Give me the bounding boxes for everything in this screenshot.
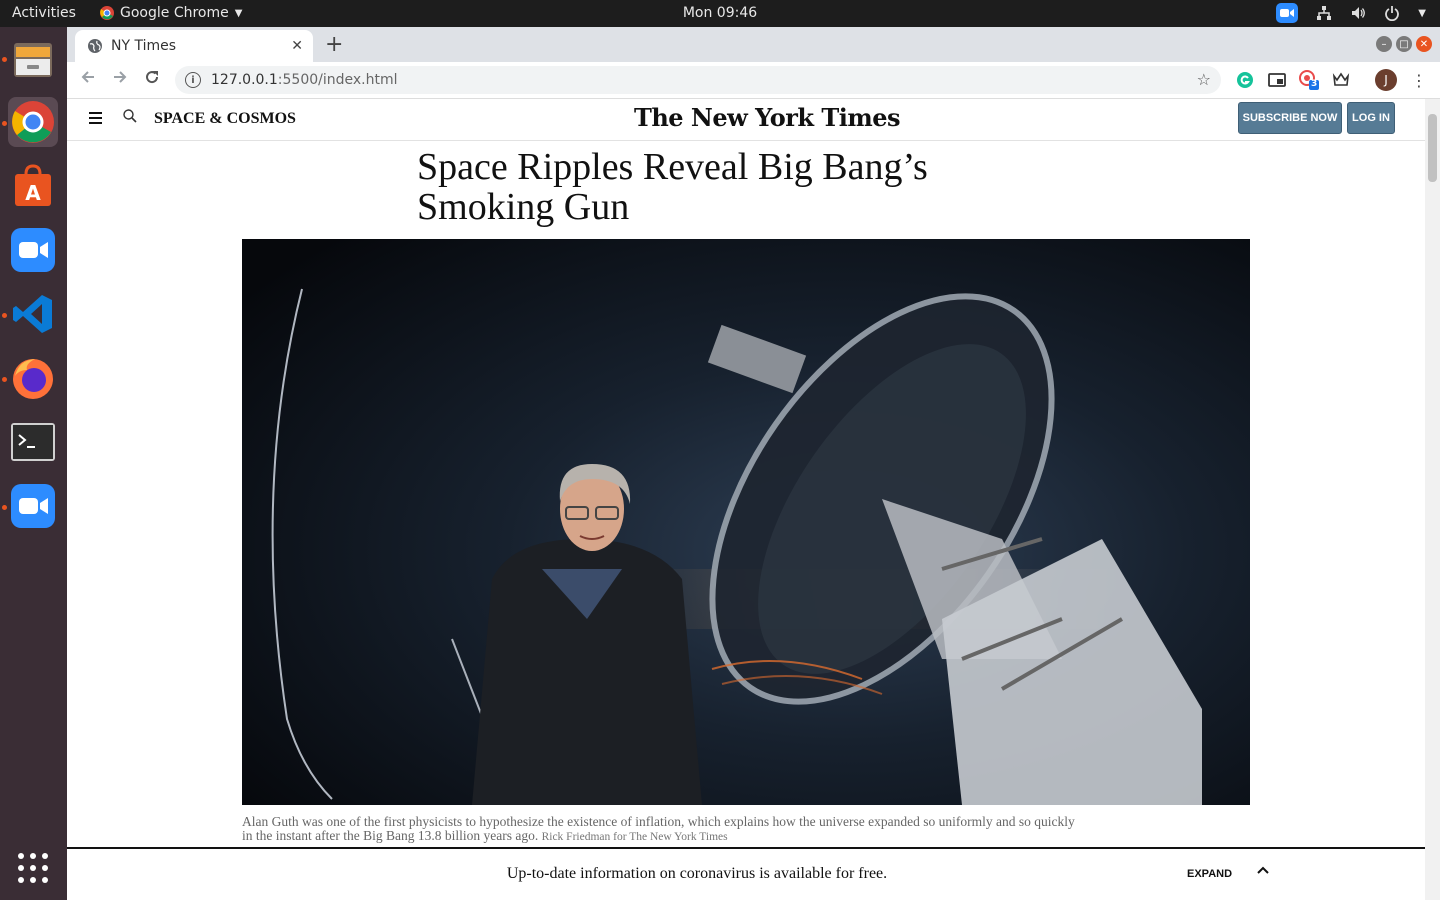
running-indicator [2,377,7,382]
running-indicator [2,57,7,62]
expand-button[interactable]: EXPAND [1187,868,1232,880]
system-top-bar: Activities Google Chrome ▼ Mon 09:46 ▼ [0,0,1440,27]
url-host: 127.0.0.1 [211,72,278,88]
firefox-app-icon[interactable] [8,353,58,403]
terminal-app-icon[interactable] [8,417,58,467]
app-menu[interactable]: Google Chrome ▼ [100,5,242,21]
extension-badge-icon[interactable]: 3 [1299,70,1319,90]
crown-extension-icon[interactable] [1331,70,1351,90]
files-app-icon[interactable] [8,35,58,85]
extension-badge-count: 3 [1311,79,1318,89]
coronavirus-banner: Up-to-date information on coronavirus is… [67,847,1425,900]
back-button[interactable] [80,69,96,90]
zoom-app-icon[interactable] [8,481,58,531]
show-applications-icon[interactable] [8,843,58,893]
photo-credit: Rick Friedman for The New York Times [541,831,728,843]
running-indicator [2,505,7,510]
maximize-button[interactable]: □ [1396,36,1412,52]
minimize-button[interactable]: – [1376,36,1392,52]
hero-image [242,239,1250,805]
volume-icon[interactable] [1350,5,1366,21]
app-name: Google Chrome [120,5,229,21]
zoom-app-icon[interactable] [8,225,58,275]
chevron-down-icon: ▼ [234,7,243,19]
window-controls: – □ ✕ [1376,36,1432,52]
grammarly-icon[interactable] [1235,70,1255,90]
running-indicator [2,313,7,318]
chrome-icon [100,6,114,20]
login-button[interactable]: LOG IN [1347,102,1395,134]
scrollbar-thumb[interactable] [1428,114,1437,182]
ubuntu-dock: A [0,27,67,900]
image-caption: Alan Guth was one of the first physicist… [242,815,1082,844]
new-tab-button[interactable]: + [325,32,343,57]
network-icon[interactable] [1316,5,1332,21]
picture-in-picture-icon[interactable] [1267,70,1287,90]
activities-button[interactable]: Activities [12,5,76,21]
address-bar[interactable]: i 127.0.0.1:5500/index.html ☆ [175,66,1221,94]
svg-text:A: A [25,181,41,205]
software-center-icon[interactable]: A [8,161,58,211]
power-icon[interactable] [1384,5,1400,21]
browser-toolbar: i 127.0.0.1:5500/index.html ☆ 3 J ⋮ [67,62,1440,99]
chevron-up-icon[interactable] [1257,863,1269,879]
page-scrollbar[interactable] [1425,99,1440,900]
system-tray[interactable]: ▼ [1276,3,1426,23]
nyt-header: SPACE & COSMOS The New York Times SUBSCR… [67,99,1425,141]
web-page: SPACE & COSMOS The New York Times SUBSCR… [67,99,1425,900]
more-menu-icon[interactable]: ⋮ [1409,70,1429,90]
zoom-tray-icon[interactable] [1276,3,1299,23]
reload-button[interactable] [144,69,160,90]
vscode-app-icon[interactable] [8,289,58,339]
tab-title: NY Times [111,38,177,54]
tab-ny-times[interactable]: NY Times ✕ [75,30,313,62]
article-headline: Space Ripples Reveal Big Bang’s Smoking … [417,146,928,228]
chevron-down-icon[interactable]: ▼ [1418,8,1426,19]
tab-close-icon[interactable]: ✕ [291,38,303,54]
chrome-window: NY Times ✕ + – □ ✕ i 127.0.0.1:5500/inde… [67,27,1440,900]
chrome-app-icon[interactable] [8,97,58,147]
nyt-logo[interactable]: The New York Times [67,103,1425,132]
tab-strip: NY Times ✕ + – □ ✕ [67,27,1440,62]
running-indicator [2,121,7,126]
profile-avatar[interactable]: J [1375,69,1397,91]
site-info-icon[interactable]: i [185,72,201,88]
forward-button[interactable] [112,69,128,90]
subscribe-button[interactable]: SUBSCRIBE NOW [1238,102,1342,134]
close-window-button[interactable]: ✕ [1416,36,1432,52]
globe-icon [88,39,102,53]
url-path: :5500/index.html [277,72,398,88]
url-text[interactable]: 127.0.0.1:5500/index.html [211,72,398,88]
banner-message[interactable]: Up-to-date information on coronavirus is… [67,865,1327,883]
bookmark-star-icon[interactable]: ☆ [1197,70,1211,89]
